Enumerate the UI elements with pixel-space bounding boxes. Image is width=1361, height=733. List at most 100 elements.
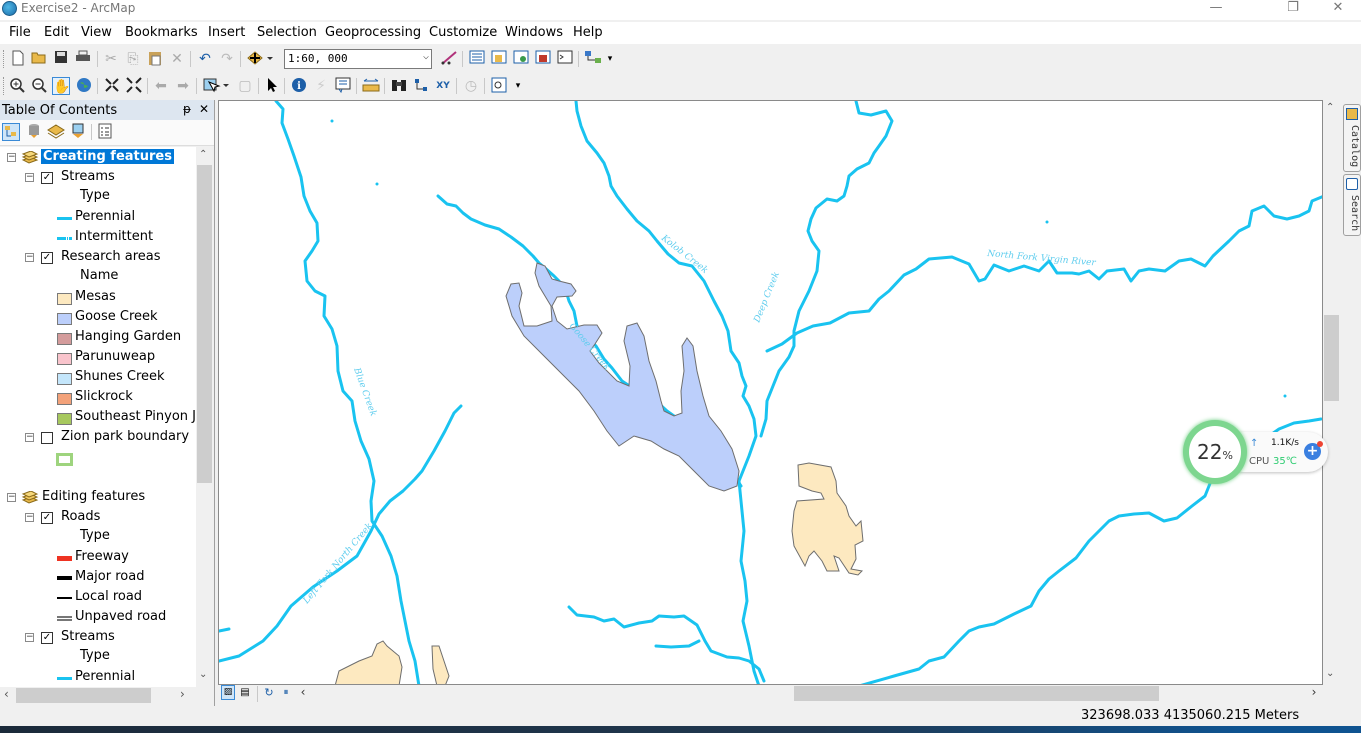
- pause-drawing-icon[interactable]: ⏸: [279, 685, 293, 700]
- map-vertical-scrollbar[interactable]: ⌃ ⌄: [1323, 100, 1340, 685]
- map-horizontal-scroll-thumb[interactable]: [794, 686, 1159, 701]
- editor-toolbar-icon[interactable]: [440, 50, 458, 68]
- toolbar-grip[interactable]: [3, 77, 6, 95]
- full-extent-icon[interactable]: [75, 77, 93, 95]
- layer-visibility-checkbox[interactable]: [41, 432, 53, 444]
- magnifier-icon[interactable]: [490, 77, 508, 95]
- menu-view[interactable]: View: [81, 25, 112, 40]
- open-icon[interactable]: [30, 50, 48, 68]
- go-to-xy-icon[interactable]: XY: [434, 77, 452, 95]
- toolbar-options-icon[interactable]: ▾: [605, 50, 615, 68]
- clear-selection-icon[interactable]: ▢: [236, 77, 254, 95]
- identify-icon[interactable]: i: [290, 77, 308, 95]
- pin-icon[interactable]: ᵽ: [183, 102, 191, 116]
- toc-layer-zion-park-boundary[interactable]: − Zion park boundary: [0, 428, 196, 448]
- search-window-icon[interactable]: [512, 50, 530, 68]
- scroll-thumb[interactable]: [1324, 315, 1339, 401]
- restore-button[interactable]: ❐: [1273, 0, 1313, 20]
- scroll-thumb[interactable]: [16, 688, 151, 703]
- menu-selection[interactable]: Selection: [257, 25, 317, 40]
- menu-bookmarks[interactable]: Bookmarks: [125, 25, 198, 40]
- menu-help[interactable]: Help: [573, 25, 603, 40]
- search-tab[interactable]: Search: [1343, 174, 1361, 236]
- toc-options-icon[interactable]: [96, 123, 114, 141]
- list-by-drawing-order-icon[interactable]: [2, 123, 20, 141]
- list-by-selection-icon[interactable]: [69, 123, 87, 141]
- scroll-down-icon[interactable]: ⌄: [1326, 668, 1334, 679]
- toc-layer-streams[interactable]: − ✓ Streams: [0, 628, 196, 648]
- collapse-icon[interactable]: −: [25, 173, 34, 182]
- fixed-zoom-in-icon[interactable]: [103, 77, 121, 95]
- toolbar-options-icon[interactable]: ▾: [513, 77, 523, 95]
- python-window-icon[interactable]: [556, 50, 574, 68]
- layer-visibility-checkbox[interactable]: ✓: [41, 172, 53, 184]
- measure-icon[interactable]: [362, 77, 380, 95]
- table-of-contents-icon[interactable]: [468, 50, 486, 68]
- list-by-visibility-icon[interactable]: [47, 123, 65, 141]
- toc-group-editing-features[interactable]: − Editing features: [0, 488, 196, 508]
- chevron-down-icon[interactable]: ⌵: [423, 51, 429, 62]
- toc-close-icon[interactable]: ✕: [199, 102, 209, 116]
- find-route-icon[interactable]: [412, 77, 430, 95]
- print-icon[interactable]: [74, 50, 92, 68]
- refresh-icon[interactable]: ↻: [262, 685, 276, 700]
- toc-vertical-scrollbar[interactable]: ⌃ ⌄: [196, 147, 213, 687]
- layer-visibility-checkbox[interactable]: ✓: [41, 252, 53, 264]
- map-canvas[interactable]: Kolob Creek Deep Creek Goose Creek North…: [219, 101, 1323, 685]
- undo-icon[interactable]: ↶: [196, 50, 214, 68]
- new-document-icon[interactable]: [9, 50, 27, 68]
- scroll-up-icon[interactable]: ⌃: [1326, 102, 1334, 113]
- collapse-icon[interactable]: −: [25, 513, 34, 522]
- scroll-down-icon[interactable]: ⌄: [199, 669, 207, 680]
- pan-icon[interactable]: ✋: [52, 77, 70, 95]
- menu-windows[interactable]: Windows: [505, 25, 563, 40]
- toc-horizontal-scrollbar[interactable]: ‹ ›: [0, 687, 196, 704]
- catalog-tab[interactable]: Catalog: [1343, 104, 1361, 172]
- scroll-left-icon[interactable]: ‹: [4, 687, 9, 701]
- fixed-zoom-out-icon[interactable]: [125, 77, 143, 95]
- scroll-up-icon[interactable]: ⌃: [199, 149, 207, 160]
- forward-extent-icon[interactable]: ➡: [174, 77, 192, 95]
- scroll-thumb[interactable]: [197, 165, 212, 483]
- collapse-icon[interactable]: −: [25, 433, 34, 442]
- zoom-out-icon[interactable]: [30, 77, 48, 95]
- menu-customize[interactable]: Customize: [429, 25, 497, 40]
- close-button[interactable]: ✕: [1318, 0, 1358, 20]
- layer-visibility-checkbox[interactable]: ✓: [41, 632, 53, 644]
- redo-icon[interactable]: ↷: [218, 50, 236, 68]
- find-icon[interactable]: [390, 77, 408, 95]
- scroll-right-icon[interactable]: ›: [180, 687, 185, 701]
- menu-geoprocessing[interactable]: Geoprocessing: [325, 25, 421, 40]
- hyperlink-icon[interactable]: ⚡: [312, 77, 330, 95]
- paste-icon[interactable]: [146, 50, 164, 68]
- collapse-icon[interactable]: −: [25, 633, 34, 642]
- collapse-icon[interactable]: −: [7, 493, 16, 502]
- select-features-icon[interactable]: [202, 77, 230, 95]
- scroll-left-icon[interactable]: ‹: [297, 685, 309, 700]
- layer-visibility-checkbox[interactable]: ✓: [41, 512, 53, 524]
- toc-layer-streams[interactable]: − ✓ Streams: [0, 168, 196, 188]
- map-display[interactable]: Kolob Creek Deep Creek Goose Creek North…: [218, 100, 1323, 685]
- add-data-icon[interactable]: [246, 50, 274, 68]
- list-by-source-icon[interactable]: [25, 123, 43, 141]
- copy-icon[interactable]: ⎘: [124, 50, 142, 68]
- arctoolbox-icon[interactable]: [534, 50, 552, 68]
- data-view-icon[interactable]: ▨: [221, 685, 235, 700]
- cut-icon[interactable]: ✂: [102, 50, 120, 68]
- delete-icon[interactable]: ✕: [168, 50, 186, 68]
- menu-insert[interactable]: Insert: [208, 25, 245, 40]
- layout-view-icon[interactable]: ▤: [238, 685, 252, 700]
- menu-file[interactable]: File: [9, 25, 31, 40]
- scroll-right-icon[interactable]: ›: [1308, 685, 1320, 700]
- map-scale-combobox[interactable]: 1:60, 000 ⌵: [284, 49, 432, 69]
- system-monitor-widget[interactable]: ↑ 1.1K/s CPU 35℃ + 22%: [1183, 420, 1328, 484]
- select-elements-icon[interactable]: [263, 77, 281, 95]
- toc-layer-research-areas[interactable]: − ✓ Research areas: [0, 248, 196, 268]
- toolbar-grip[interactable]: [3, 50, 6, 68]
- toc-layer-roads[interactable]: − ✓ Roads: [0, 508, 196, 528]
- menu-edit[interactable]: Edit: [44, 25, 69, 40]
- html-popup-icon[interactable]: [334, 77, 352, 95]
- save-icon[interactable]: [52, 50, 70, 68]
- collapse-icon[interactable]: −: [7, 153, 16, 162]
- toc-group-creating-features[interactable]: − Creating features: [0, 148, 196, 168]
